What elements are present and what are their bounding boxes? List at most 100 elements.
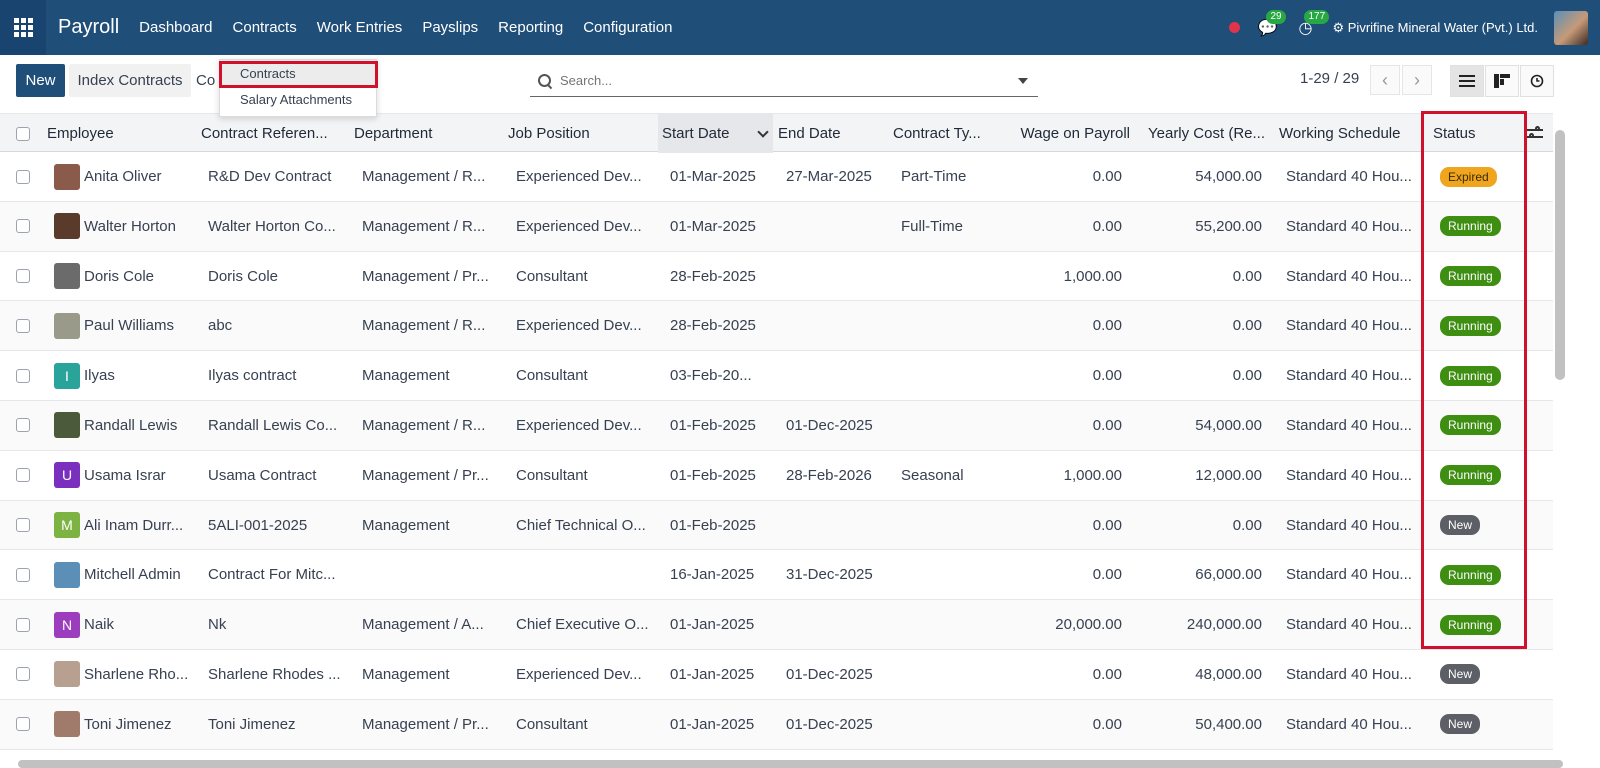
start-date-cell[interactable]: 03-Feb-20... (670, 351, 770, 400)
status-cell[interactable]: Running (1440, 401, 1520, 450)
table-row[interactable]: Toni Jimenez Toni Jimenez Management / Pr.… (0, 699, 1553, 750)
column-yearly-cost[interactable]: Yearly Cost (Re... (1140, 114, 1265, 153)
menu-configuration[interactable]: Configuration (573, 19, 682, 36)
status-cell[interactable]: Running (1440, 202, 1520, 251)
row-checkbox[interactable] (16, 318, 30, 333)
wage-cell[interactable]: 0.00 (1000, 401, 1122, 450)
start-date-cell[interactable]: 01-Jan-2025 (670, 700, 770, 749)
contract-type-cell[interactable] (901, 501, 996, 550)
yearly-cost-cell[interactable]: 55,200.00 (1140, 202, 1262, 251)
working-schedule-cell[interactable]: Standard 40 Hou... (1286, 550, 1416, 599)
department-cell[interactable]: Management / A... (362, 600, 497, 649)
job-position-cell[interactable]: Chief Technical O... (516, 501, 651, 550)
table-row[interactable]: Doris Cole Doris Cole Management / Pr... Co… (0, 252, 1553, 302)
start-date-cell[interactable]: 01-Mar-2025 (670, 202, 770, 251)
department-cell[interactable]: Management / Pr... (362, 700, 497, 749)
row-checkbox[interactable] (16, 717, 30, 732)
table-row[interactable]: Paul Williams abc Management / R... Experie… (0, 301, 1553, 352)
status-cell[interactable]: Running (1440, 351, 1520, 400)
department-cell[interactable]: Management / Pr... (362, 252, 497, 301)
yearly-cost-cell[interactable]: 0.00 (1140, 351, 1262, 400)
user-avatar[interactable] (1554, 10, 1588, 45)
end-date-cell[interactable]: 31-Dec-2025 (786, 550, 886, 599)
end-date-cell[interactable]: 01-Dec-2025 (786, 700, 886, 749)
working-schedule-cell[interactable]: Standard 40 Hou... (1286, 152, 1416, 201)
yearly-cost-cell[interactable]: 66,000.00 (1140, 550, 1262, 599)
contract-type-cell[interactable] (901, 401, 996, 450)
menu-dashboard[interactable]: Dashboard (129, 19, 222, 36)
start-date-cell[interactable]: 28-Feb-2025 (670, 252, 770, 301)
employee-cell[interactable]: Mitchell Admin (54, 550, 194, 599)
table-row[interactable]: Walter Horton Walter Horton Co... Manageme… (0, 201, 1553, 252)
app-menu-button[interactable] (0, 0, 46, 55)
employee-cell[interactable]: U Usama Israr (54, 451, 194, 500)
search-input[interactable] (560, 73, 1000, 88)
contract-reference-cell[interactable]: Usama Contract (208, 451, 343, 500)
app-brand[interactable]: Payroll (58, 16, 119, 39)
contract-reference-cell[interactable]: abc (208, 301, 343, 350)
job-position-cell[interactable]: Experienced Dev... (516, 650, 651, 699)
job-position-cell[interactable]: Experienced Dev... (516, 301, 651, 350)
yearly-cost-cell[interactable]: 12,000.00 (1140, 451, 1262, 500)
recording-dot-icon[interactable] (1229, 22, 1241, 33)
contract-reference-cell[interactable]: Doris Cole (208, 252, 343, 301)
row-checkbox[interactable] (16, 518, 30, 533)
contract-reference-cell[interactable]: Nk (208, 600, 343, 649)
row-checkbox[interactable] (16, 269, 30, 284)
index-contracts-button[interactable]: Index Contracts (69, 64, 191, 97)
table-row[interactable]: Mitchell Admin Contract For Mitc... 16-Jan… (0, 550, 1553, 601)
table-row[interactable]: Sharlene Rho... Sharlene Rhodes ... Manage… (0, 650, 1553, 700)
end-date-cell[interactable]: 28-Feb-2026 (786, 451, 886, 500)
wage-cell[interactable]: 0.00 (1000, 301, 1122, 350)
status-cell[interactable]: Running (1440, 451, 1520, 500)
wage-cell[interactable]: 0.00 (1000, 650, 1122, 699)
start-date-cell[interactable]: 01-Feb-2025 (670, 401, 770, 450)
contract-type-cell[interactable]: Full-Time (901, 202, 996, 251)
row-checkbox[interactable] (16, 617, 30, 632)
employee-cell[interactable]: Toni Jimenez (54, 700, 194, 749)
working-schedule-cell[interactable]: Standard 40 Hou... (1286, 451, 1416, 500)
wage-cell[interactable]: 1,000.00 (1000, 252, 1122, 301)
working-schedule-cell[interactable]: Standard 40 Hou... (1286, 202, 1416, 251)
company-switcher[interactable]: ⚙ Pivrifine Mineral Water (Pvt.) Ltd. (1332, 20, 1538, 36)
working-schedule-cell[interactable]: Standard 40 Hou... (1286, 401, 1416, 450)
working-schedule-cell[interactable]: Standard 40 Hou... (1286, 351, 1416, 400)
yearly-cost-cell[interactable]: 48,000.00 (1140, 650, 1262, 699)
job-position-cell[interactable]: Experienced Dev... (516, 401, 651, 450)
employee-cell[interactable]: Sharlene Rho... (54, 650, 194, 699)
contract-reference-cell[interactable]: R&D Dev Contract (208, 152, 343, 201)
employee-cell[interactable]: M Ali Inam Durr... (54, 501, 194, 550)
employee-cell[interactable]: Paul Williams (54, 301, 194, 350)
working-schedule-cell[interactable]: Standard 40 Hou... (1286, 700, 1416, 749)
end-date-cell[interactable] (786, 202, 886, 251)
list-view-button[interactable] (1450, 65, 1484, 97)
contract-reference-cell[interactable]: Randall Lewis Co... (208, 401, 343, 450)
contract-reference-cell[interactable]: Walter Horton Co... (208, 202, 343, 251)
table-row[interactable]: I Ilyas Ilyas contract Management Consultant… (0, 351, 1553, 401)
job-position-cell[interactable]: Experienced Dev... (516, 152, 651, 201)
start-date-cell[interactable]: 01-Jan-2025 (670, 600, 770, 649)
row-checkbox[interactable] (16, 368, 30, 383)
end-date-cell[interactable] (786, 351, 886, 400)
contract-type-cell[interactable] (901, 252, 996, 301)
contract-reference-cell[interactable]: Sharlene Rhodes ... (208, 650, 343, 699)
yearly-cost-cell[interactable]: 54,000.00 (1140, 152, 1262, 201)
department-cell[interactable]: Management (362, 501, 497, 550)
end-date-cell[interactable]: 27-Mar-2025 (786, 152, 886, 201)
search-options-toggle[interactable] (1018, 78, 1028, 84)
end-date-cell[interactable] (786, 301, 886, 350)
start-date-cell[interactable]: 28-Feb-2025 (670, 301, 770, 350)
wage-cell[interactable]: 0.00 (1000, 700, 1122, 749)
column-job-position[interactable]: Job Position (508, 114, 653, 153)
yearly-cost-cell[interactable]: 0.00 (1140, 301, 1262, 350)
department-cell[interactable]: Management / R... (362, 152, 497, 201)
end-date-cell[interactable]: 01-Dec-2025 (786, 650, 886, 699)
contract-type-cell[interactable] (901, 600, 996, 649)
menu-contracts[interactable]: Contracts (223, 19, 307, 36)
working-schedule-cell[interactable]: Standard 40 Hou... (1286, 301, 1416, 350)
activity-view-button[interactable] (1520, 65, 1554, 97)
status-cell[interactable]: Running (1440, 550, 1520, 599)
end-date-cell[interactable] (786, 600, 886, 649)
row-checkbox[interactable] (16, 169, 30, 184)
row-checkbox[interactable] (16, 567, 30, 582)
